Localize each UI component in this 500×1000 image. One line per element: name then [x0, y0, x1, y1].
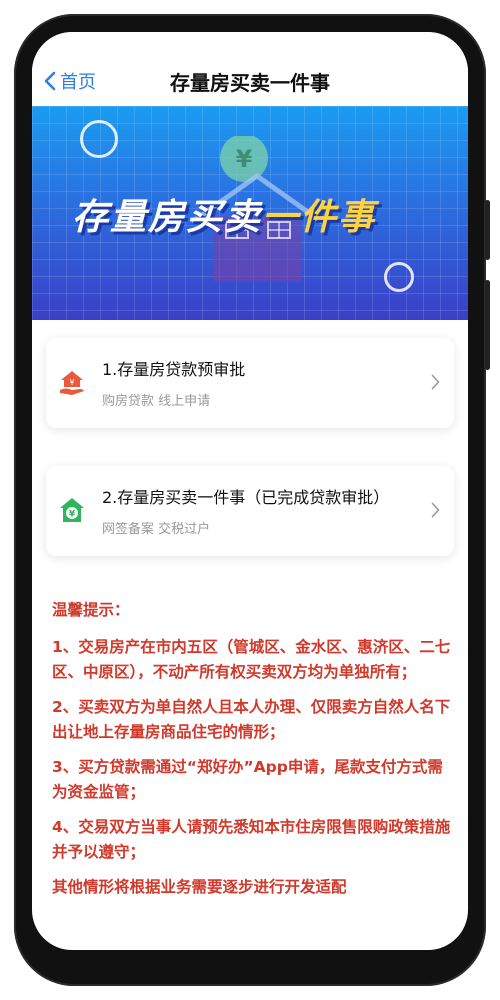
volume-button	[485, 200, 490, 260]
notice-item: 2、买卖双方为单自然人且本人办理、仅限卖方自然人名下出让地上存量房商品住宅的情形…	[52, 698, 451, 741]
house-yen-icon: ¥	[60, 498, 84, 522]
notice-heading: 温馨提示：	[52, 601, 130, 619]
banner-title-main: 存量房买卖	[72, 197, 263, 238]
back-button[interactable]: 首页	[44, 68, 96, 94]
notice-item: 4、交易双方当事人请预先悉知本市住房限售限购政策措施并予以遵守；	[52, 818, 451, 861]
banner-title-highlight: 一件事	[262, 197, 377, 238]
svg-text:¥: ¥	[236, 145, 253, 173]
circle-decoration	[80, 120, 118, 158]
nav-bar: 首页 存量房买卖一件事	[32, 32, 468, 116]
chevron-left-icon	[44, 71, 56, 91]
house-hand-icon: ¥	[60, 371, 84, 395]
notice-item: 1、交易房产在市内五区（管城区、金水区、惠济区、二七区、中原区），不动产所有权买…	[52, 638, 451, 681]
card-loan-preapproval[interactable]: ¥ 1.存量房贷款预审批 购房贷款 线上申请	[46, 338, 454, 428]
app-screen: 首页 存量房买卖一件事 ¥ 存量房买卖一件事 ¥ 1.存量房贷款预审批 购房贷款	[32, 32, 468, 950]
page-title: 存量房买卖一件事	[170, 71, 330, 95]
svg-text:¥: ¥	[69, 510, 76, 520]
card-title: 2.存量房买卖一件事（已完成贷款审批）	[102, 488, 390, 507]
power-button	[485, 280, 490, 370]
notice-item: 3、买方贷款需通过“郑好办”App申请，尾款支付方式需为资金监管；	[52, 758, 443, 801]
card-house-transaction[interactable]: ¥ 2.存量房买卖一件事（已完成贷款审批） 网签备案 交税过户	[46, 466, 454, 556]
banner-title: 存量房买卖一件事	[72, 188, 376, 240]
notice-section: 温馨提示： 1、交易房产在市内五区（管城区、金水区、惠济区、二七区、中原区），不…	[52, 598, 452, 910]
circle-decoration	[384, 262, 414, 292]
svg-text:¥: ¥	[69, 378, 74, 387]
notice-footer: 其他情形将根据业务需要逐步进行开发适配	[52, 878, 347, 896]
hero-banner: ¥ 存量房买卖一件事	[32, 106, 468, 320]
chevron-right-icon	[431, 374, 440, 390]
card-subtitle: 网签备案 交税过户	[102, 522, 211, 537]
chevron-right-icon	[431, 502, 440, 518]
card-subtitle: 购房贷款 线上申请	[102, 394, 211, 409]
back-label: 首页	[60, 72, 96, 93]
card-title: 1.存量房贷款预审批	[102, 360, 246, 379]
